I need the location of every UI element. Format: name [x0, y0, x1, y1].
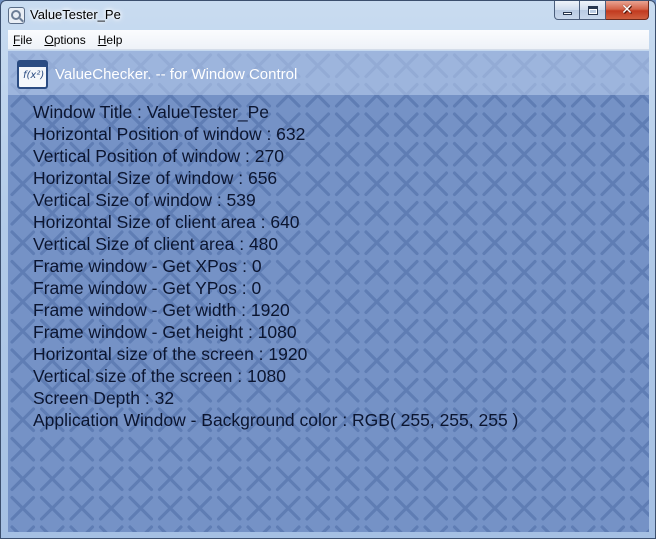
value-list: Window Title : ValueTester_Pe Horizontal… — [33, 101, 518, 431]
value-line-client-width: Horizontal Size of client area : 640 — [33, 212, 300, 232]
caption-buttons: ✕ — [554, 1, 649, 21]
application-window: ValueTester_Pe ✕ File Options Help f(x²)… — [0, 0, 656, 539]
value-line-frame-xpos: Frame window - Get XPos : 0 — [33, 256, 262, 276]
value-line-background-color: Application Window - Background color : … — [33, 410, 519, 430]
close-button[interactable]: ✕ — [606, 1, 649, 20]
value-line-vertical-position: Vertical Position of window : 270 — [33, 146, 284, 166]
menu-bar: File Options Help — [8, 30, 649, 50]
value-line-screen-width: Horizontal size of the screen : 1920 — [33, 344, 308, 364]
value-line-frame-height: Frame window - Get height : 1080 — [33, 322, 297, 342]
maximize-button[interactable] — [580, 1, 606, 20]
value-line-frame-ypos: Frame window - Get YPos : 0 — [33, 278, 262, 298]
client-area[interactable]: f(x²) ValueChecker. -- for Window Contro… — [8, 51, 649, 532]
minimize-icon — [562, 11, 572, 15]
menu-file[interactable]: File — [8, 33, 38, 47]
minimize-button[interactable] — [554, 1, 580, 20]
magnifier-icon[interactable] — [8, 7, 25, 24]
formula-window-icon: f(x²) — [17, 60, 48, 89]
value-line-screen-height: Vertical size of the screen : 1080 — [33, 366, 286, 386]
menu-options[interactable]: Options — [38, 33, 91, 47]
value-line-vertical-size: Vertical Size of window : 539 — [33, 190, 256, 210]
header-strip: f(x²) ValueChecker. -- for Window Contro… — [8, 51, 649, 95]
window-title: ValueTester_Pe — [30, 7, 121, 22]
value-line-horizontal-position: Horizontal Position of window : 632 — [33, 124, 306, 144]
header-title: ValueChecker. -- for Window Control — [55, 66, 298, 83]
menu-help[interactable]: Help — [92, 33, 129, 47]
value-line-frame-width: Frame window - Get width : 1920 — [33, 300, 290, 320]
value-line-window-title: Window Title : ValueTester_Pe — [33, 102, 270, 122]
close-icon: ✕ — [621, 2, 633, 18]
value-line-client-height: Vertical Size of client area : 480 — [33, 234, 279, 254]
title-bar[interactable]: ValueTester_Pe ✕ — [1, 1, 655, 29]
maximize-icon — [587, 5, 598, 15]
value-line-screen-depth: Screen Depth : 32 — [33, 388, 175, 408]
value-line-horizontal-size: Horizontal Size of window : 656 — [33, 168, 278, 188]
